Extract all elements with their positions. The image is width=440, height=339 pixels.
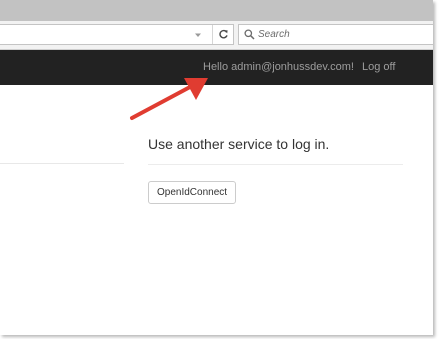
chevron-down-icon[interactable] [193,30,203,40]
address-bar[interactable] [0,24,234,45]
search-icon [244,29,255,40]
browser-window: Hello admin@jonhussdev.com! Log off Use … [0,0,433,335]
reload-icon [219,29,228,39]
external-login-heading: Use another service to log in. [148,136,330,152]
site-navbar: Hello admin@jonhussdev.com! Log off [0,50,433,85]
divider [148,164,403,165]
browser-toolbar [0,21,433,50]
divider [0,163,124,164]
search-input[interactable] [258,27,428,42]
hello-user-link[interactable]: Hello admin@jonhussdev.com! [203,61,354,74]
tab-strip [0,0,433,21]
search-bar[interactable] [238,24,433,45]
annotation-arrow-icon [130,78,208,120]
log-off-link[interactable]: Log off [362,61,395,74]
openidconnect-login-button[interactable]: OpenIdConnect [148,181,237,204]
reload-button[interactable] [212,25,233,44]
